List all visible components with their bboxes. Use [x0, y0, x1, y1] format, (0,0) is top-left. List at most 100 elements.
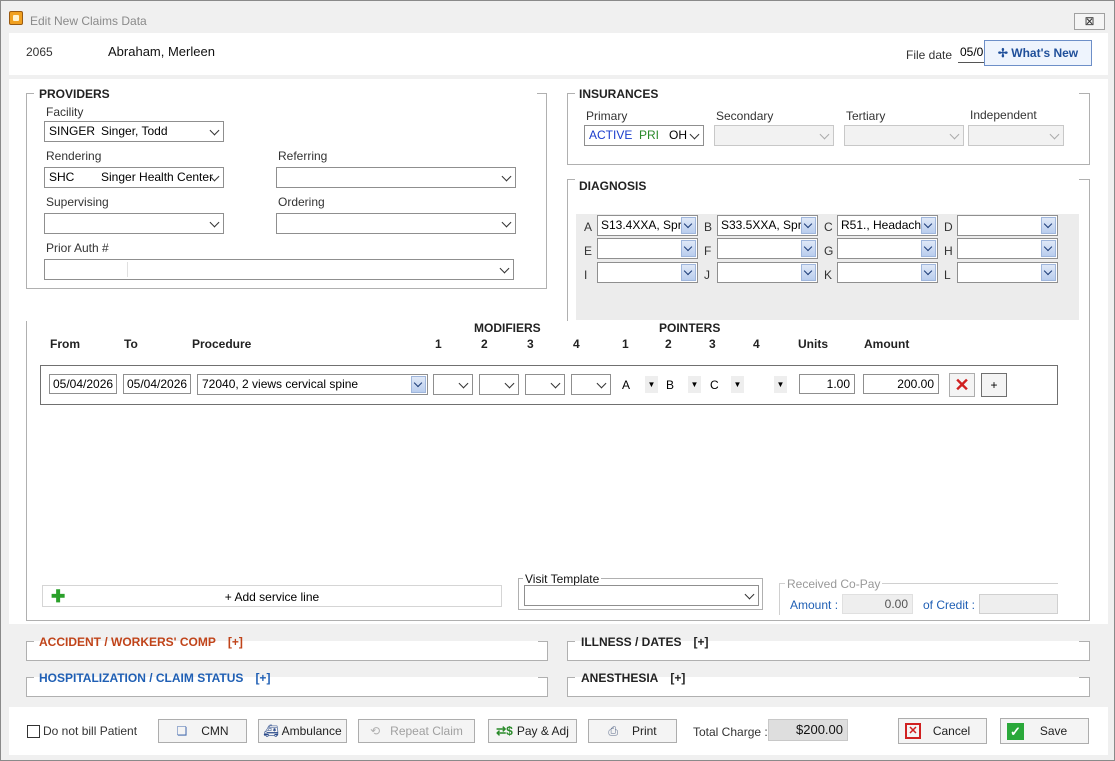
pointer-4-select[interactable]: ▼ — [754, 376, 792, 394]
pointer-1-select[interactable]: A ▼ — [622, 376, 660, 394]
chevron-down-icon — [1041, 264, 1056, 281]
chevron-down-icon — [209, 217, 220, 228]
pay-adj-button[interactable]: ⇄$ Pay & Adj — [488, 719, 577, 743]
dx-select-a[interactable]: S13.4XXA, Spra — [597, 215, 698, 236]
credit-input[interactable] — [979, 594, 1058, 614]
print-label: Print — [631, 724, 657, 738]
secondary-insurance-select[interactable] — [714, 125, 834, 146]
ordering-select[interactable] — [276, 213, 516, 234]
dx-select-j[interactable] — [717, 262, 818, 283]
dx-select-d[interactable] — [957, 215, 1058, 236]
dx-select-k[interactable] — [837, 262, 938, 283]
anesthesia-toggle[interactable]: [+] — [670, 671, 685, 685]
rendering-select[interactable]: SHC Singer Health Center — [44, 167, 224, 188]
total-charge-value: $200.00 — [768, 719, 848, 741]
accident-toggle[interactable]: [+] — [228, 635, 243, 649]
chevron-down-icon — [921, 240, 936, 257]
sparkle-icon: ✢ — [997, 46, 1008, 60]
dx-select-f[interactable] — [717, 238, 818, 259]
repeat-claim-button[interactable]: ⟲ Repeat Claim — [358, 719, 475, 743]
add-service-line-button[interactable]: ✚ + Add service line — [42, 585, 502, 607]
prior-auth-select[interactable] — [44, 259, 514, 280]
modifier-4-select[interactable] — [571, 374, 611, 395]
facility-code: SINGER — [49, 124, 96, 138]
copay-amount-input[interactable]: 0.00 — [842, 594, 913, 614]
dx-value: S13.4XXA, Spra — [601, 218, 689, 232]
dx-value: R51., Headache — [841, 218, 928, 232]
dx-letter: K — [824, 268, 833, 282]
dx-select-e[interactable] — [597, 238, 698, 259]
facility-select[interactable]: SINGER Singer, Todd — [44, 121, 224, 142]
cancel-button[interactable]: ✕ Cancel — [898, 718, 987, 744]
illness-toggle[interactable]: [+] — [693, 635, 708, 649]
do-not-bill-checkbox[interactable] — [27, 725, 40, 738]
claims-window: Edit New Claims Data ⊠ 2065 Abraham, Mer… — [0, 0, 1115, 761]
save-button[interactable]: ✓ Save — [1000, 718, 1089, 744]
chevron-down-icon — [504, 378, 515, 389]
save-label: Save — [1039, 724, 1068, 738]
anesthesia-title[interactable]: ANESTHESIA [+] — [581, 671, 685, 685]
chevron-down-icon — [209, 125, 220, 136]
independent-insurance-select[interactable] — [968, 125, 1064, 146]
accident-title[interactable]: ACCIDENT / WORKERS' COMP [+] — [39, 635, 243, 649]
ambulance-button[interactable]: 🚑︎ Ambulance — [258, 719, 347, 743]
checkmark-icon: ✓ — [1007, 723, 1024, 740]
copay-title: Received Co-Pay — [785, 577, 883, 591]
pointer-3-select[interactable]: C ▼ — [710, 376, 748, 394]
dx-select-g[interactable] — [837, 238, 938, 259]
dx-select-c[interactable]: R51., Headache — [837, 215, 938, 236]
modifier-1-select[interactable] — [433, 374, 473, 395]
primary-insurance-select[interactable]: ACTIVE PRI OH — [584, 125, 704, 146]
add-row-button[interactable]: + — [981, 373, 1007, 397]
illness-title[interactable]: ILLNESS / DATES [+] — [581, 635, 708, 649]
ambulance-icon: 🚑︎ — [263, 724, 279, 738]
amount-input[interactable]: 200.00 — [863, 374, 939, 394]
add-service-line-label: + Add service line — [224, 590, 320, 604]
supervising-select[interactable] — [44, 213, 224, 234]
pointer-2-select[interactable]: B ▼ — [666, 376, 704, 394]
facility-name: Singer, Todd — [101, 124, 168, 138]
tertiary-insurance-select[interactable] — [844, 125, 964, 146]
referring-select[interactable] — [276, 167, 516, 188]
dx-select-l[interactable] — [957, 262, 1058, 283]
document-icon: ❏ — [176, 724, 188, 738]
modifier-3-select[interactable] — [525, 374, 565, 395]
chevron-down-icon — [681, 240, 696, 257]
delete-line-button[interactable]: ✕ — [949, 373, 975, 397]
illness-title-text: ILLNESS / DATES — [581, 635, 682, 649]
hospitalization-title[interactable]: HOSPITALIZATION / CLAIM STATUS [+] — [39, 671, 270, 685]
modifier-4-header: 4 — [573, 337, 580, 351]
procedure-value: 72040, 2 views cervical spine — [202, 377, 359, 391]
cmn-button[interactable]: ❏ CMN — [158, 719, 247, 743]
units-input[interactable]: 1.00 — [799, 374, 855, 394]
whats-new-button[interactable]: ✢ What's New — [984, 40, 1092, 66]
modifier-3-header: 3 — [527, 337, 534, 351]
close-button[interactable]: ⊠ — [1074, 13, 1105, 30]
hospitalization-toggle[interactable]: [+] — [255, 671, 270, 685]
pointer-3-header: 3 — [709, 337, 716, 351]
copay-amount-label: Amount : — [790, 598, 839, 612]
print-button[interactable]: ⎙ Print — [588, 719, 677, 743]
dx-select-b[interactable]: S33.5XXA, Spra — [717, 215, 818, 236]
chevron-down-icon — [801, 217, 816, 234]
supervising-label: Supervising — [46, 195, 109, 209]
credit-label: of Credit : — [923, 598, 976, 612]
repeat-icon: ⟲ — [370, 724, 381, 738]
delete-x-icon: ✕ — [954, 375, 970, 395]
visit-template-select[interactable] — [524, 585, 759, 606]
facility-label: Facility — [46, 105, 84, 119]
to-header: To — [124, 337, 138, 351]
rendering-code: SHC — [49, 170, 75, 184]
chevron-down-icon — [921, 264, 936, 281]
procedure-select[interactable]: 72040, 2 views cervical spine — [197, 374, 428, 395]
dx-select-i[interactable] — [597, 262, 698, 283]
pointer-value: B — [666, 378, 675, 392]
prior-auth-label: Prior Auth # — [46, 241, 109, 255]
dx-select-h[interactable] — [957, 238, 1058, 259]
to-date-input[interactable]: 05/04/2026 — [123, 374, 191, 394]
chevron-down-icon — [681, 264, 696, 281]
from-date-input[interactable]: 05/04/2026 — [49, 374, 117, 394]
chevron-down-icon — [801, 264, 816, 281]
rendering-label: Rendering — [46, 149, 102, 163]
modifier-2-select[interactable] — [479, 374, 519, 395]
